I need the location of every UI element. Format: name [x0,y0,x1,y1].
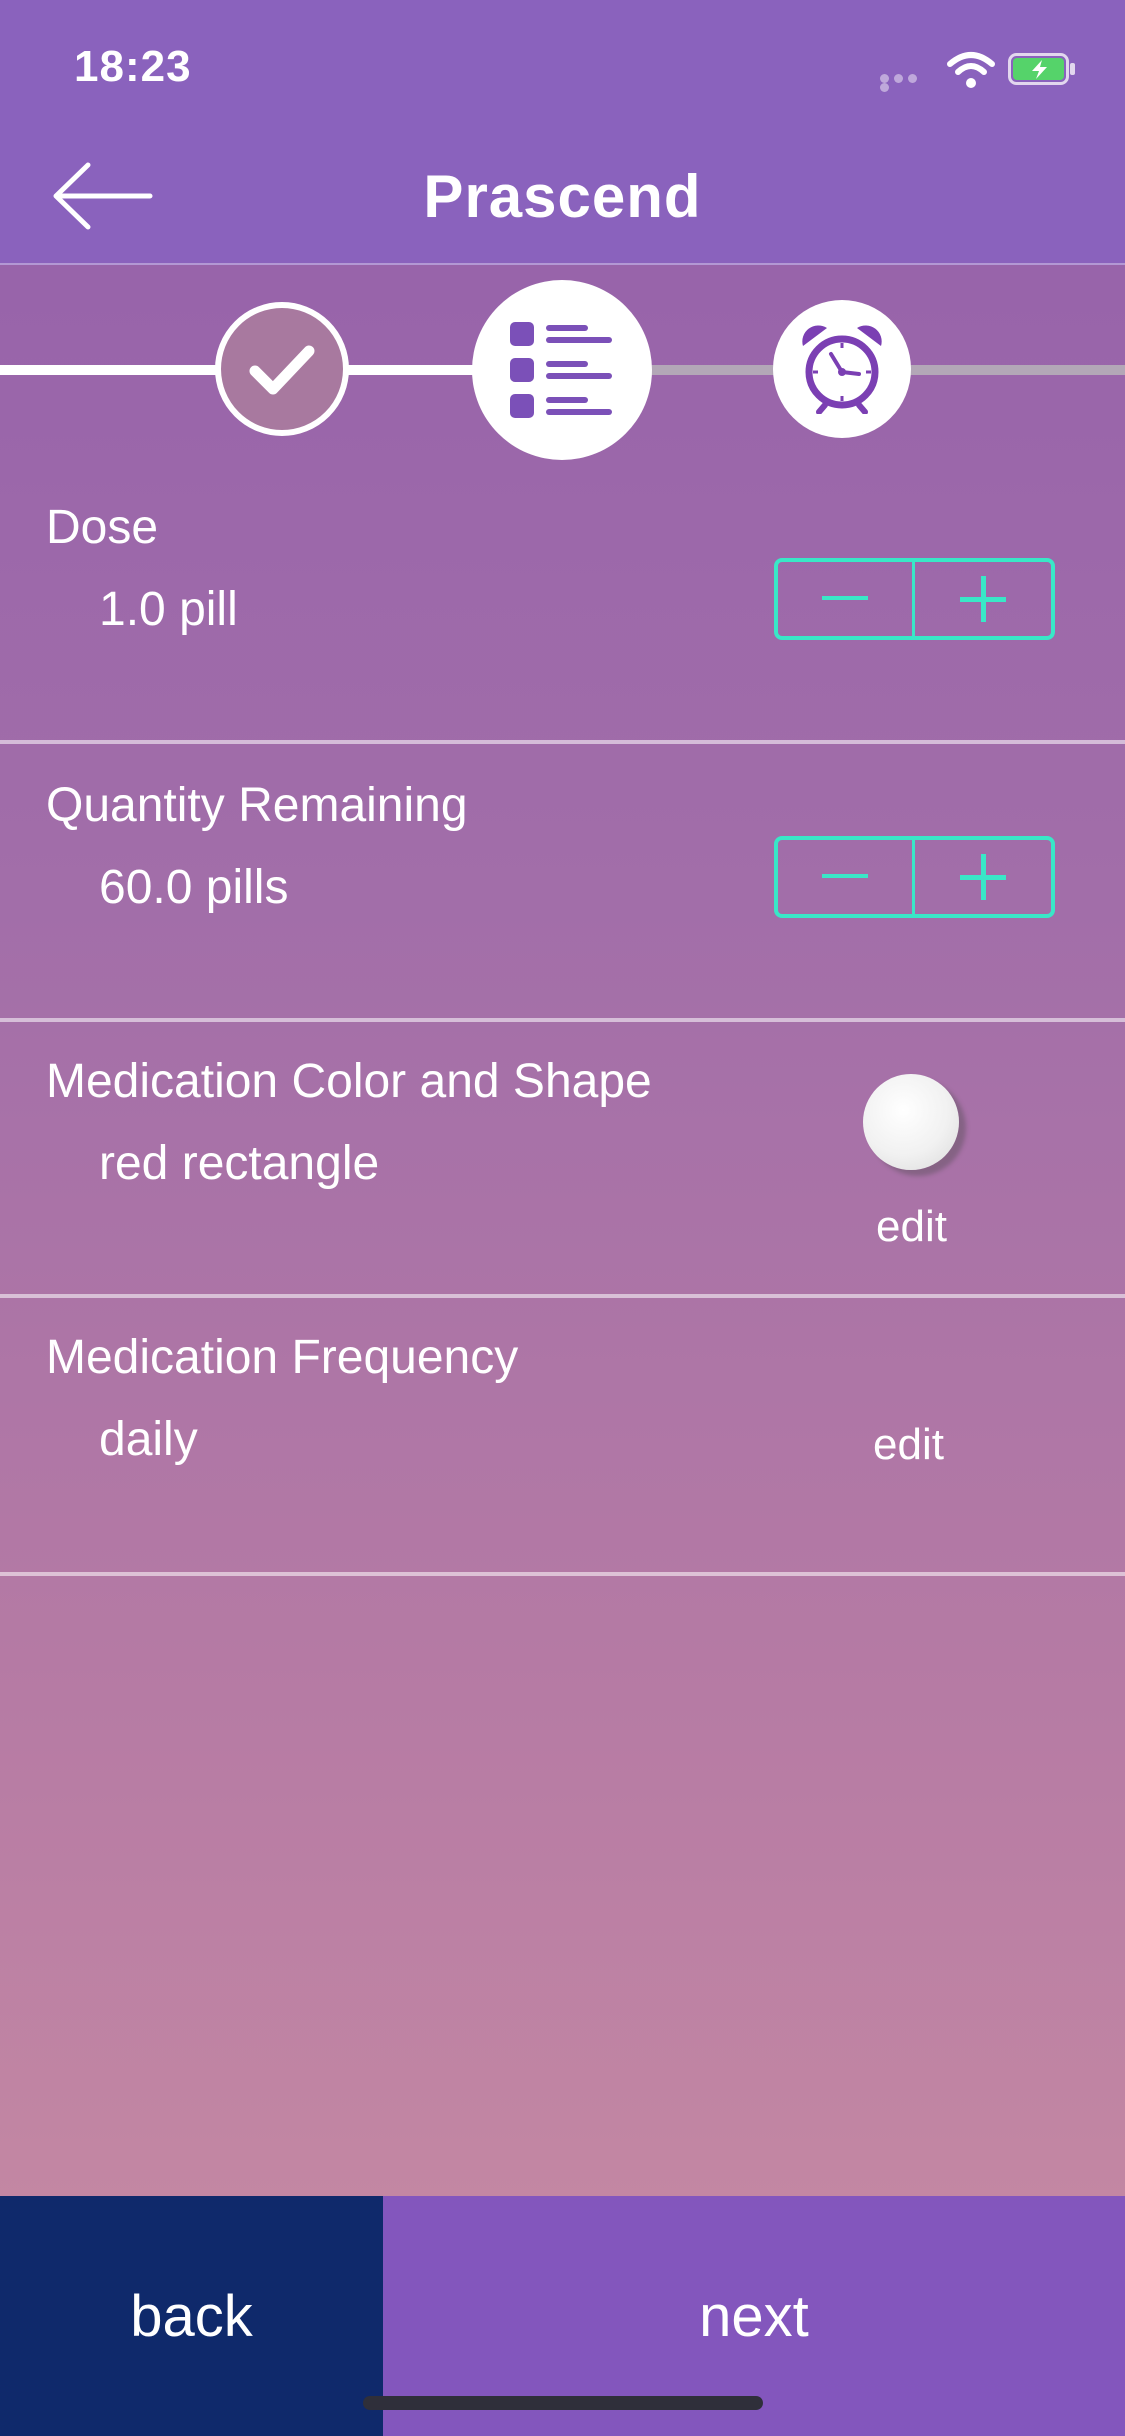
appearance-value: red rectangle [99,1137,380,1190]
frequency-value: daily [99,1413,198,1466]
alarm-clock-icon [802,325,882,414]
battery-charging-icon [1008,53,1075,85]
checkmark-icon [249,345,315,395]
list-icon [510,322,612,418]
minus-icon [821,596,868,600]
appearance-edit-button[interactable]: edit [876,1202,947,1252]
dose-label: Dose [46,501,159,554]
wifi-icon [947,52,995,88]
page-title: Prascend [423,163,702,230]
pill-preview[interactable] [863,1074,959,1170]
quantity-label: Quantity Remaining [46,779,468,832]
home-indicator[interactable] [363,2396,763,2410]
quantity-stepper [774,836,1055,918]
quantity-increment-button[interactable] [915,840,1052,914]
minus-icon [821,874,868,878]
step-upcoming [773,300,911,438]
plus-icon [959,854,1006,900]
step-completed [215,302,349,436]
frequency-label: Medication Frequency [46,1331,519,1384]
progress-stepper [0,280,1125,460]
quantity-value: 60.0 pills [99,861,289,914]
frequency-row: Medication Frequency daily edit [0,1300,1125,1576]
plus-icon [959,576,1006,622]
frequency-edit-button[interactable]: edit [873,1420,944,1470]
dose-row: Dose 1.0 pill [0,470,1125,744]
appearance-row: Medication Color and Shape red rectangle… [0,1024,1125,1298]
quantity-decrement-button[interactable] [778,840,915,914]
appearance-label: Medication Color and Shape [46,1055,652,1108]
quantity-row: Quantity Remaining 60.0 pills [0,748,1125,1022]
status-time: 18:23 [74,42,192,91]
dose-decrement-button[interactable] [778,562,915,636]
cellular-signal-icon [880,74,934,92]
status-bar: 18:23 [0,0,1125,135]
dose-stepper [774,558,1055,640]
dose-value: 1.0 pill [99,583,238,636]
nav-header: Prascend [0,135,1125,265]
back-button[interactable]: back [0,2196,383,2436]
step-current [472,280,652,460]
dose-increment-button[interactable] [915,562,1052,636]
